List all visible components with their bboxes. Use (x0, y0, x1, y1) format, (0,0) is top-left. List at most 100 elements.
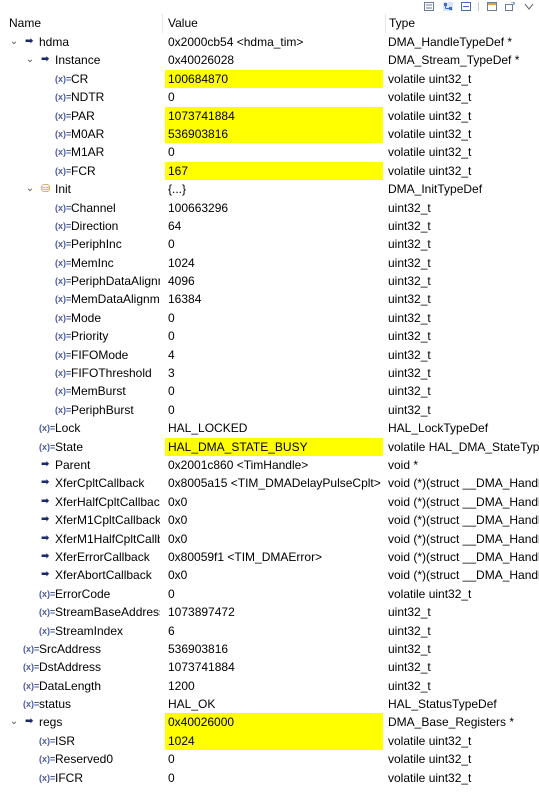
tree-row[interactable]: (x)= PeriphBurst 0 uint32_t (0, 401, 539, 419)
name-column-header[interactable]: Name (9, 14, 41, 33)
changed-value-cell[interactable]: 167 (165, 161, 383, 181)
value-cell[interactable]: 16384 (165, 290, 383, 308)
tree-row[interactable]: (x)= CR 100684870 volatile uint32_t (0, 69, 539, 89)
tree-row[interactable]: ➡ XferErrorCallback 0x80059f1 <TIM_DMAErro… (0, 548, 539, 566)
value-cell[interactable]: 4 (165, 346, 383, 364)
show-logical-structure-icon[interactable] (443, 2, 453, 11)
variable-name: hdma (39, 35, 70, 49)
type-column-header[interactable]: Type (389, 14, 415, 33)
value-cell[interactable]: 0x0 (165, 530, 383, 548)
value-cell[interactable]: 0 (165, 750, 383, 768)
tree-row[interactable]: (x)= FIFOMode 4 uint32_t (0, 346, 539, 364)
show-type-names-icon[interactable] (424, 2, 434, 11)
tree-row[interactable]: (x)= PeriphDataAlignm 4096 uint32_t (0, 272, 539, 290)
value-cell[interactable]: 0 (165, 327, 383, 345)
tree-row[interactable]: (x)= Lock HAL_LOCKED HAL_LockTypeDef (0, 419, 539, 437)
tree-row[interactable]: ➡ XferCpltCallback 0x8005a15 <TIM_DMADelay… (0, 474, 539, 492)
tree-row[interactable]: ➡ XferAbortCallback 0x0 void (*)(struct __D… (0, 566, 539, 584)
expand-twisty-icon[interactable]: ⌄ (8, 33, 20, 51)
tree-row[interactable]: (x)= ErrorCode 0 volatile uint32_t (0, 585, 539, 603)
tree-row[interactable]: ⌄ ⛁ Init {...} DMA_InitTypeDef (0, 180, 539, 198)
changed-value-cell[interactable]: 100684870 (165, 69, 383, 89)
tree-row[interactable]: (x)= State HAL_DMA_STATE_BUSY volatile HAL_… (0, 437, 539, 456)
view-menu-icon[interactable] (524, 2, 534, 11)
value-cell[interactable]: 1200 (165, 677, 383, 695)
tree-row[interactable]: (x)= PAR 1073741884 volatile uint32_t (0, 106, 539, 125)
changed-value-cell[interactable]: 1073741884 (165, 106, 383, 125)
column-separator[interactable] (162, 14, 163, 33)
changed-value-cell[interactable]: 0x40026000 (165, 713, 383, 732)
expand-twisty-icon[interactable]: ⌄ (24, 51, 36, 69)
value-cell[interactable]: 0x8005a15 <TIM_DMADelayPulseCplt> (165, 474, 383, 492)
changed-value-cell[interactable]: 536903816 (165, 124, 383, 144)
value-cell[interactable]: 1073897472 (165, 603, 383, 621)
tree-row[interactable]: ⌄ ➡ hdma 0x2000cb54 <hdma_tim> DMA_HandleTyp… (0, 33, 539, 51)
tree-row[interactable]: ➡ XferM1HalfCpltCallb 0x0 void (*)(struct _… (0, 530, 539, 548)
value-cell[interactable]: 1024 (165, 254, 383, 272)
expand-twisty-icon[interactable]: ⌄ (24, 180, 36, 198)
value-cell[interactable]: 0 (165, 309, 383, 327)
tree-row[interactable]: (x)= MemInc 1024 uint32_t (0, 254, 539, 272)
tree-row[interactable]: (x)= Channel 100663296 uint32_t (0, 199, 539, 217)
tree-row[interactable]: (x)= FIFOThreshold 3 uint32_t (0, 364, 539, 382)
value-cell[interactable]: 6 (165, 622, 383, 640)
field-variable-icon: (x)= (55, 331, 72, 342)
tree-row[interactable]: (x)= Mode 0 uint32_t (0, 309, 539, 327)
tree-row[interactable]: (x)= ISR 1024 volatile uint32_t (0, 731, 539, 751)
value-cell[interactable]: HAL_LOCKED (165, 419, 383, 437)
value-cell[interactable]: 0 (165, 235, 383, 253)
value-cell[interactable]: 0x0 (165, 493, 383, 511)
new-expression-icon[interactable] (505, 2, 515, 11)
value-cell[interactable]: 64 (165, 217, 383, 235)
tree-row[interactable]: (x)= DataLength 1200 uint32_t (0, 677, 539, 695)
value-cell[interactable]: 0x0 (165, 511, 383, 529)
value-cell[interactable]: {...} (165, 180, 383, 198)
value-cell[interactable]: 0 (165, 585, 383, 603)
tree-row[interactable]: (x)= PeriphInc 0 uint32_t (0, 235, 539, 253)
tree-row[interactable]: (x)= Priority 0 uint32_t (0, 327, 539, 345)
value-cell[interactable]: 100663296 (165, 199, 383, 217)
tree-row[interactable]: ⌄ ➡ Instance 0x40026028 DMA_Stream_TypeDef * (0, 51, 539, 69)
value-cell[interactable]: 0x2000cb54 <hdma_tim> (165, 33, 383, 51)
tree-row[interactable]: ➡ Parent 0x2001c860 <TimHandle> void * (0, 456, 539, 474)
tree-row[interactable]: (x)= Reserved0 0 volatile uint32_t (0, 750, 539, 768)
value-cell[interactable]: HAL_OK (165, 695, 383, 713)
tree-row[interactable]: ➡ XferM1CpltCallback 0x0 void (*)(struct __… (0, 511, 539, 529)
value-cell[interactable]: 1073741884 (165, 658, 383, 676)
tree-row[interactable]: (x)= DstAddress 1073741884 uint32_t (0, 658, 539, 676)
tree-row[interactable]: (x)= IFCR 0 volatile uint32_t (0, 769, 539, 787)
value-cell[interactable]: 0x0 (165, 566, 383, 584)
tree-row[interactable]: (x)= FCR 167 volatile uint32_t (0, 161, 539, 181)
expand-twisty-icon[interactable]: ⌄ (8, 713, 20, 731)
tree-row[interactable]: (x)= SrcAddress 536903816 uint32_t (0, 640, 539, 658)
value-cell[interactable]: 0x40026028 (165, 51, 383, 69)
tree-row[interactable]: (x)= M1AR 0 volatile uint32_t (0, 143, 539, 161)
tree-row[interactable]: (x)= StreamIndex 6 uint32_t (0, 622, 539, 640)
value-cell[interactable]: 0x2001c860 <TimHandle> (165, 456, 383, 474)
tree-row[interactable]: (x)= status HAL_OK HAL_StatusTypeDef (0, 695, 539, 713)
value-cell[interactable]: 0x80059f1 <TIM_DMAError> (165, 548, 383, 566)
column-separator[interactable] (385, 14, 386, 33)
value-cell[interactable]: 0 (165, 401, 383, 419)
layout-icon[interactable] (487, 2, 497, 11)
value-cell[interactable]: 0 (165, 88, 383, 106)
value-cell[interactable]: 4096 (165, 272, 383, 290)
tree-row[interactable]: (x)= StreamBaseAddress 1073897472 uint32_t (0, 603, 539, 621)
value-cell[interactable]: 0 (165, 143, 383, 161)
field-variable-icon: (x)= (55, 257, 72, 268)
value-cell[interactable]: 0 (165, 382, 383, 400)
value-column-header[interactable]: Value (168, 14, 198, 33)
value-cell[interactable]: 3 (165, 364, 383, 382)
value-cell[interactable]: 0 (165, 769, 383, 787)
tree-row[interactable]: (x)= Direction 64 uint32_t (0, 217, 539, 235)
tree-row[interactable]: (x)= NDTR 0 volatile uint32_t (0, 88, 539, 106)
value-cell[interactable]: 536903816 (165, 640, 383, 658)
collapse-all-icon[interactable] (461, 2, 471, 11)
tree-row[interactable]: (x)= M0AR 536903816 volatile uint32_t (0, 124, 539, 144)
tree-row[interactable]: (x)= MemBurst 0 uint32_t (0, 382, 539, 400)
tree-row[interactable]: ⌄ ➡ regs 0x40026000 DMA_Base_Registers * (0, 713, 539, 732)
tree-row[interactable]: ➡ XferHalfCpltCallbacl 0x0 void (*)(struct … (0, 493, 539, 511)
changed-value-cell[interactable]: HAL_DMA_STATE_BUSY (165, 437, 383, 456)
tree-row[interactable]: (x)= MemDataAlignm 16384 uint32_t (0, 290, 539, 308)
changed-value-cell[interactable]: 1024 (165, 731, 383, 751)
